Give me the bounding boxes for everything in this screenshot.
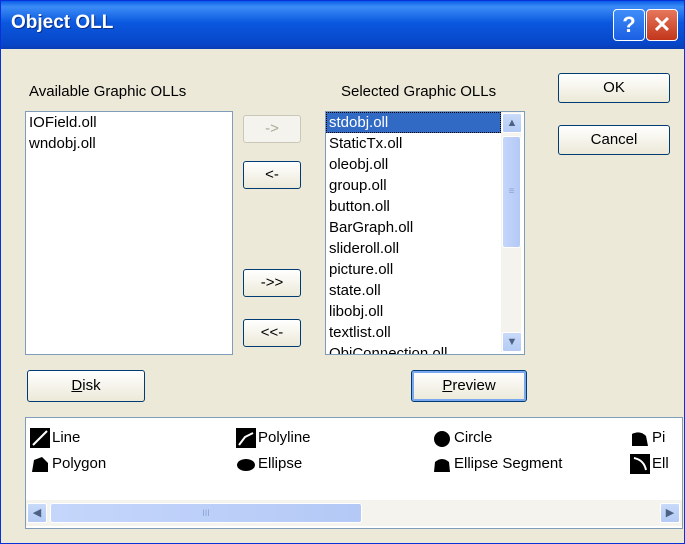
help-button[interactable]: ?: [613, 9, 645, 41]
title-bar[interactable]: Object OLL ? ✕: [1, 1, 684, 49]
add-button[interactable]: ->: [243, 115, 301, 143]
window-title: Object OLL: [11, 12, 114, 33]
ellipse-segment-icon: [432, 454, 452, 474]
selected-list[interactable]: stdobj.oll StaticTx.oll oleobj.oll group…: [325, 111, 525, 355]
disk-label: isk: [82, 377, 101, 394]
list-item[interactable]: slideroll.oll: [326, 238, 501, 259]
preview-item-label: Ell: [652, 454, 669, 472]
list-item[interactable]: group.oll: [326, 175, 501, 196]
remove-all-button[interactable]: <<-: [243, 319, 301, 347]
list-item[interactable]: oleobj.oll: [326, 154, 501, 175]
preview-item-label: Circle: [454, 428, 493, 446]
preview-item-ellipse: Ellipse: [236, 454, 302, 474]
list-item[interactable]: state.oll: [326, 280, 501, 301]
preview-item-label: Polyline: [258, 428, 311, 446]
disk-button[interactable]: Disk: [27, 370, 145, 402]
line-icon: [30, 428, 50, 448]
preview-button[interactable]: Preview: [411, 370, 527, 402]
list-item[interactable]: IOField.oll: [26, 112, 232, 133]
list-item[interactable]: textlist.oll: [326, 322, 501, 343]
cancel-button[interactable]: Cancel: [558, 125, 670, 155]
pie-icon: [630, 428, 650, 448]
preview-item-ellipse-segment: Ellipse Segment: [432, 454, 562, 474]
scroll-right-button[interactable]: ▶: [660, 503, 680, 523]
selected-list-scrollbar[interactable]: ▲ ≡ ▼: [501, 112, 522, 352]
scroll-left-button[interactable]: ◀: [27, 503, 47, 523]
list-item[interactable]: BarGraph.oll: [326, 217, 501, 238]
selected-label: Selected Graphic OLLs: [341, 83, 497, 100]
ok-button[interactable]: OK: [558, 73, 670, 103]
preview-item-ellipse-arc: Ell: [630, 454, 669, 474]
remove-button[interactable]: <-: [243, 161, 301, 189]
preview-item-label: Polygon: [52, 454, 107, 472]
ellipse-arc-icon: [630, 454, 650, 474]
dialog-window: Object OLL ? ✕ Available Graphic OLLs IO…: [0, 0, 685, 544]
scroll-thumb-horizontal[interactable]: III: [50, 503, 362, 523]
available-label: Available Graphic OLLs: [29, 83, 187, 100]
preview-area: Line Polyline Circle Pi Polygon Ellipse …: [25, 417, 683, 529]
list-item[interactable]: libobj.oll: [326, 301, 501, 322]
preview-horizontal-scrollbar[interactable]: ◀ III ▶: [26, 500, 682, 526]
add-all-button[interactable]: ->>: [243, 269, 301, 297]
preview-item-label: Ellipse Segment: [454, 454, 563, 472]
list-item[interactable]: button.oll: [326, 196, 501, 217]
preview-item-circle: Circle: [432, 428, 492, 448]
polyline-icon: [236, 428, 256, 448]
list-item[interactable]: stdobj.oll: [326, 112, 501, 133]
preview-item-line: Line: [30, 428, 80, 448]
preview-label: review: [452, 377, 496, 394]
list-item[interactable]: StaticTx.oll: [326, 133, 501, 154]
preview-item-pie: Pi: [630, 428, 665, 448]
preview-item-polygon: Polygon: [30, 454, 106, 474]
list-item[interactable]: wndobj.oll: [26, 133, 232, 154]
preview-mnemonic: P: [442, 377, 453, 394]
list-item[interactable]: ObjConnection.oll: [326, 343, 501, 354]
ellipse-icon: [236, 454, 256, 474]
list-item[interactable]: picture.oll: [326, 259, 501, 280]
scroll-up-button[interactable]: ▲: [502, 113, 522, 133]
close-button[interactable]: ✕: [646, 9, 678, 41]
scroll-thumb[interactable]: ≡: [502, 136, 521, 248]
preview-item-label: Ellipse: [258, 454, 303, 472]
preview-item-label: Line: [52, 428, 81, 446]
scroll-down-button[interactable]: ▼: [502, 332, 522, 352]
available-list[interactable]: IOField.oll wndobj.oll: [25, 111, 233, 355]
circle-icon: [432, 428, 452, 448]
preview-item-label: Pi: [652, 428, 666, 446]
preview-item-polyline: Polyline: [236, 428, 311, 448]
disk-mnemonic: D: [71, 377, 83, 394]
polygon-icon: [30, 454, 50, 474]
